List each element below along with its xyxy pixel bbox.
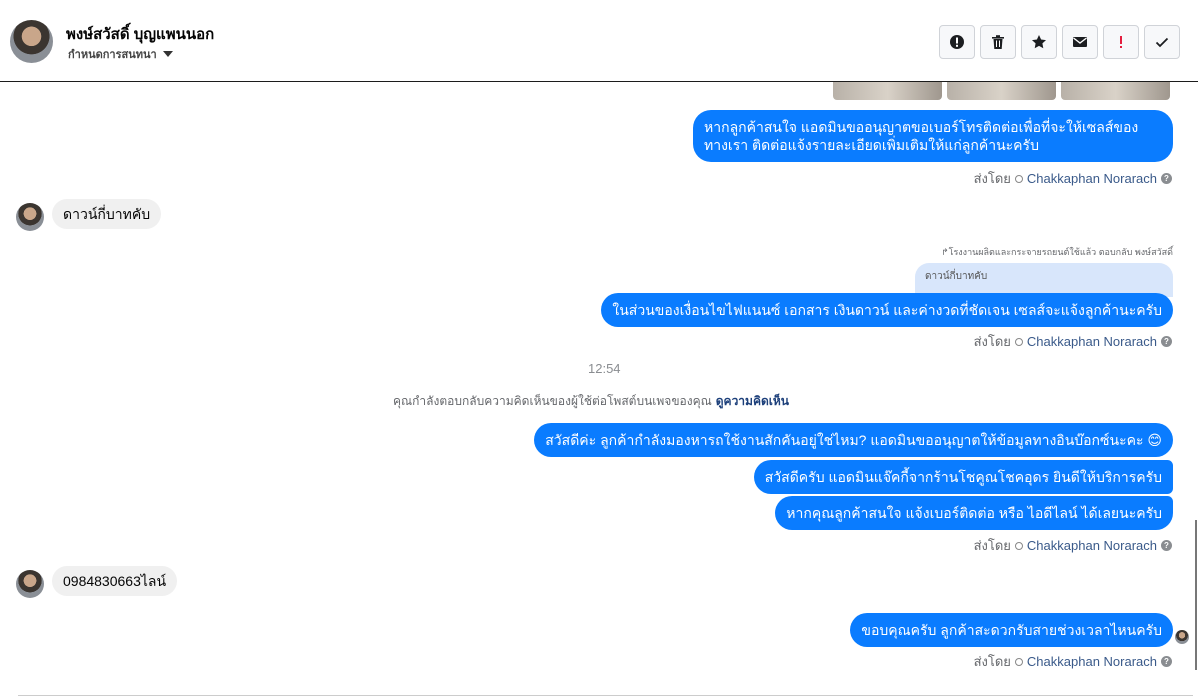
help-icon[interactable]: ? (1161, 173, 1172, 184)
reply-context-label: ↱โรงงานผลิตและกระจายรถยนต์ใช้แล้ว ตอบกลั… (941, 247, 1173, 257)
contact-name[interactable]: พงษ์สวัสดิ์ บุญแพนนอก (66, 22, 214, 46)
verified-icon (1014, 657, 1023, 666)
agent-name[interactable]: Chakkaphan Norarach (1027, 334, 1157, 349)
alert-circle-icon (950, 35, 964, 49)
mark-done-button[interactable] (1144, 25, 1180, 59)
verified-icon (1014, 541, 1023, 550)
outgoing-message[interactable]: สวัสดีครับ แอดมินแจ๊คกี้จากร้านโชคูณโชคอ… (753, 460, 1173, 494)
sent-by-line: ส่งโดย Chakkaphan Norarach ? (974, 331, 1172, 352)
contact-avatar-small (16, 570, 44, 598)
star-button[interactable] (1021, 25, 1057, 59)
check-icon (1155, 37, 1169, 48)
sent-by-line: ส่งโดย Chakkaphan Norarach ? (974, 168, 1172, 189)
conversation-header: พงษ์สวัสดิ์ บุญแพนนอก กำหนดการสนทนา (0, 0, 1198, 82)
assign-label: กำหนดการสนทนา (68, 49, 157, 61)
mark-spam-button[interactable] (939, 25, 975, 59)
outgoing-message[interactable]: หากลูกค้าสนใจ แอดมินขออนุญาตขอเบอร์โทรติ… (693, 110, 1173, 162)
read-receipt-avatar (1175, 630, 1189, 644)
comment-reply-notice: คุณกำลังตอบกลับความคิดเห็นของผู้ใช้ต่อโพ… (393, 392, 789, 411)
outgoing-message[interactable]: สวัสดีค่ะ ลูกค้ากำลังมองหารถใช้งานสักคัน… (534, 423, 1173, 457)
reply-icon: ↱ (941, 247, 949, 257)
outgoing-message[interactable]: หากคุณลูกค้าสนใจ แจ้งเบอร์ติดต่อ หรือ ไอ… (775, 496, 1173, 530)
help-icon[interactable]: ? (1161, 336, 1172, 347)
outgoing-message[interactable]: ขอบคุณครับ ลูกค้าสะดวกรับสายช่วงเวลาไหนค… (850, 613, 1173, 647)
sent-by-prefix: ส่งโดย (973, 654, 1011, 669)
image-thumbnail[interactable] (1061, 82, 1170, 100)
contact-avatar-small (16, 203, 44, 231)
agent-name[interactable]: Chakkaphan Norarach (1027, 538, 1157, 553)
scrollbar[interactable] (1195, 520, 1197, 670)
sent-by-line: ส่งโดย Chakkaphan Norarach ? (974, 651, 1172, 672)
sent-by-prefix: ส่งโดย (973, 538, 1011, 553)
contact-avatar[interactable] (10, 20, 53, 63)
view-comment-link[interactable]: ดูความคิดเห็น (716, 394, 789, 408)
image-thumbnail[interactable] (833, 82, 942, 100)
sent-by-prefix: ส่งโดย (973, 334, 1011, 349)
verified-icon (1014, 337, 1023, 346)
incoming-message[interactable]: 0984830663ไลน์ (52, 566, 178, 596)
star-icon (1032, 35, 1046, 49)
help-icon[interactable]: ? (1161, 540, 1172, 551)
exclamation-icon (1120, 36, 1122, 48)
image-attachments (833, 82, 1170, 100)
caret-down-icon (162, 51, 173, 57)
agent-name[interactable]: Chakkaphan Norarach (1027, 171, 1157, 186)
help-icon[interactable]: ? (1161, 656, 1172, 667)
composer-divider (18, 695, 1193, 696)
envelope-icon (1073, 37, 1087, 47)
trash-icon (992, 35, 1004, 49)
image-thumbnail[interactable] (947, 82, 1056, 100)
timestamp: 12:54 (588, 361, 621, 376)
quoted-message[interactable]: ดาวน์กี่บาทคับ (915, 263, 1173, 297)
mark-unread-button[interactable] (1062, 25, 1098, 59)
assign-conversation-dropdown[interactable]: กำหนดการสนทนา (68, 45, 173, 63)
delete-button[interactable] (980, 25, 1016, 59)
verified-icon (1014, 174, 1023, 183)
sent-by-prefix: ส่งโดย (973, 171, 1011, 186)
agent-name[interactable]: Chakkaphan Norarach (1027, 654, 1157, 669)
header-toolbar (939, 25, 1180, 59)
sent-by-line: ส่งโดย Chakkaphan Norarach ? (974, 535, 1172, 556)
outgoing-message[interactable]: ในส่วนของเงื่อนไขไฟแนนซ์ เอกสาร เงินดาวน… (601, 293, 1173, 327)
notice-text: คุณกำลังตอบกลับความคิดเห็นของผู้ใช้ต่อโพ… (393, 394, 712, 408)
follow-up-button[interactable] (1103, 25, 1139, 59)
incoming-message[interactable]: ดาวน์กี่บาทคับ (52, 199, 162, 229)
